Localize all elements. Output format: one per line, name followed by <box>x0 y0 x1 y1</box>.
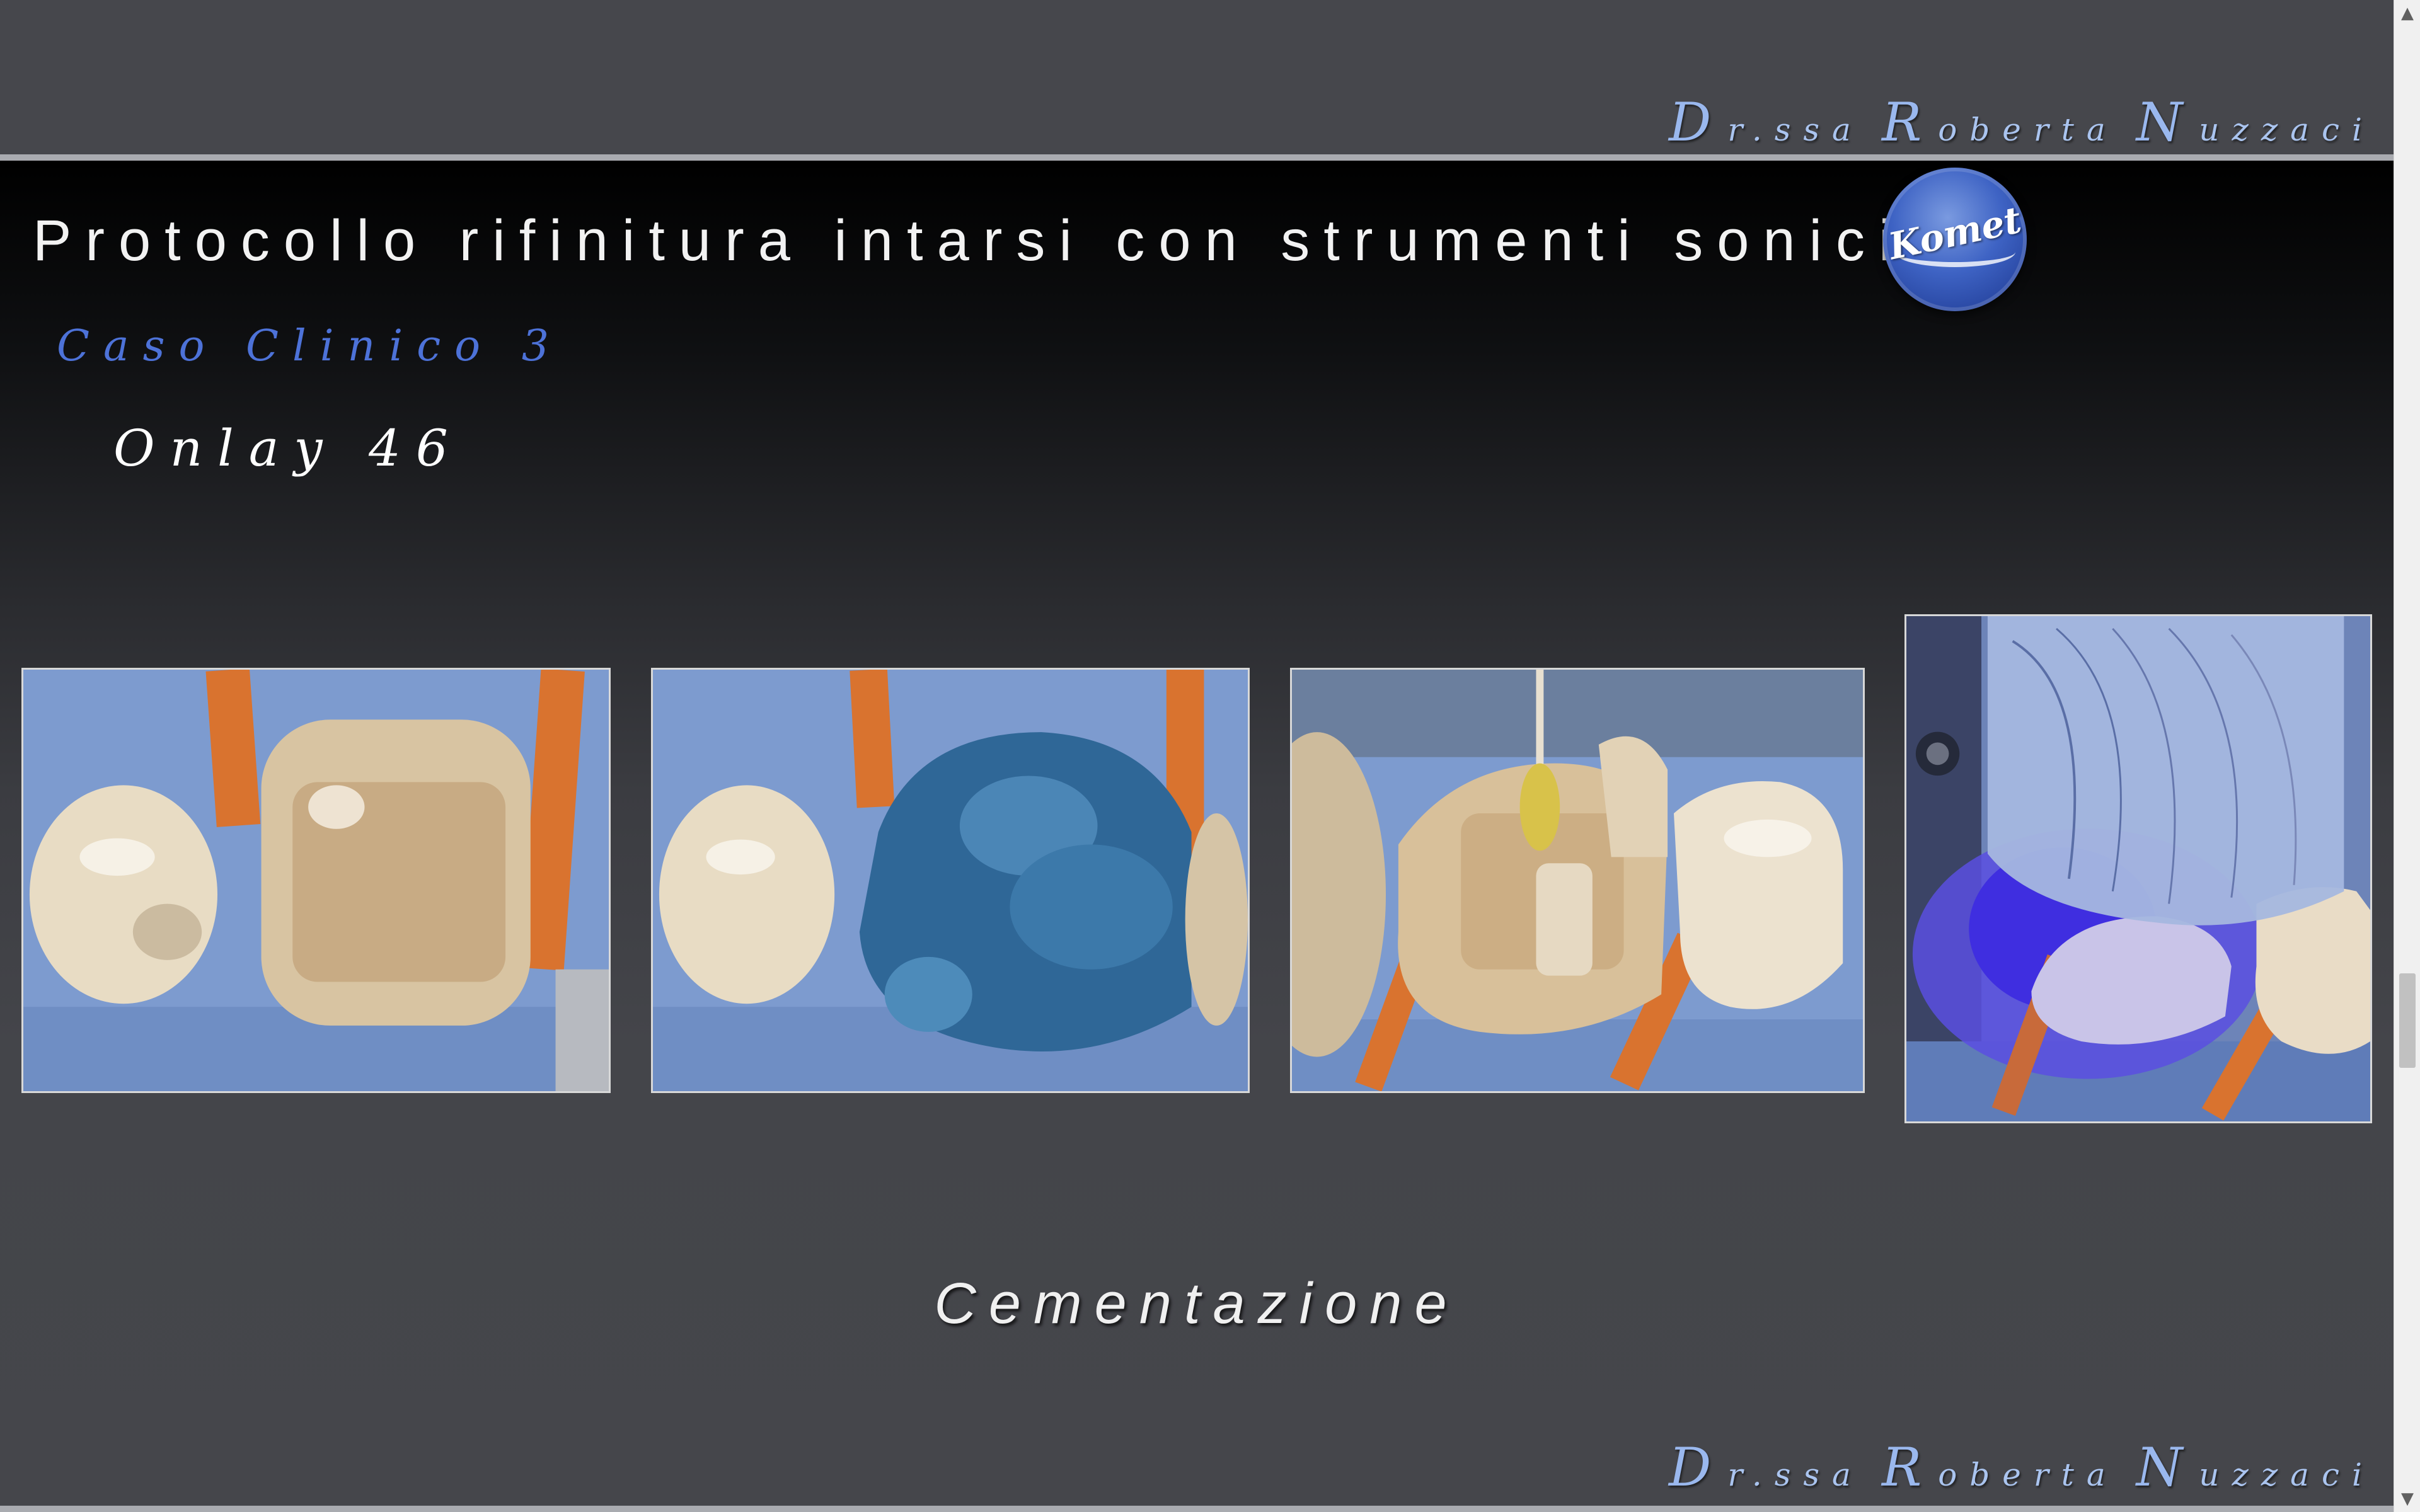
header-band: Dr.ssa Roberta Nuzzaci <box>0 0 2394 154</box>
author-last-name: uzzaci <box>2199 112 2375 148</box>
scroll-down-arrow-icon[interactable]: ▼ <box>2394 1486 2420 1512</box>
clinical-photo-1 <box>21 668 611 1093</box>
slide-caption: Cementazione <box>934 1271 1460 1336</box>
clinical-photo-3 <box>1290 668 1865 1093</box>
author-initial: D <box>1669 1436 1728 1498</box>
scrollbar-thumb[interactable] <box>2399 973 2416 1068</box>
author-initial: N <box>2136 91 2199 153</box>
author-first-name: oberta <box>1938 112 2118 148</box>
clinical-photo-2 <box>651 668 1250 1093</box>
komet-logo: Komet <box>1883 168 2027 311</box>
photo-4-illustration <box>1906 616 2370 1121</box>
author-title: r.ssa <box>1727 112 1864 148</box>
author-initial: R <box>1881 91 1939 153</box>
author-signature-bottom: Dr.ssa Roberta Nuzzaci <box>1669 1436 2375 1498</box>
case-label: Caso Clinico 3 <box>57 321 563 371</box>
photo-3-illustration <box>1292 670 1863 1091</box>
author-initial: N <box>2136 1436 2199 1498</box>
vertical-scrollbar[interactable]: ▲ ▼ <box>2394 0 2420 1512</box>
author-signature-top: Dr.ssa Roberta Nuzzaci <box>1669 91 2375 153</box>
header-divider <box>0 154 2394 161</box>
slide-body: Protocollo rifinitura intarsi con strume… <box>0 161 2394 1512</box>
slide-page: Dr.ssa Roberta Nuzzaci Protocollo rifini… <box>0 0 2394 1512</box>
scroll-up-arrow-icon[interactable]: ▲ <box>2394 0 2420 26</box>
bottom-divider <box>0 1506 2394 1512</box>
author-initial: R <box>1881 1436 1939 1498</box>
author-first-name: oberta <box>1938 1457 2118 1493</box>
clinical-photo-4 <box>1904 614 2372 1123</box>
onlay-subtitle: Onlay 46 <box>113 419 463 478</box>
photo-1-illustration <box>23 670 609 1091</box>
author-title: r.ssa <box>1727 1457 1864 1493</box>
photo-2-illustration <box>653 670 1248 1091</box>
author-initial: D <box>1669 91 1728 153</box>
slide-title: Protocollo rifinitura intarsi con strume… <box>33 209 1906 273</box>
author-last-name: uzzaci <box>2199 1457 2375 1493</box>
